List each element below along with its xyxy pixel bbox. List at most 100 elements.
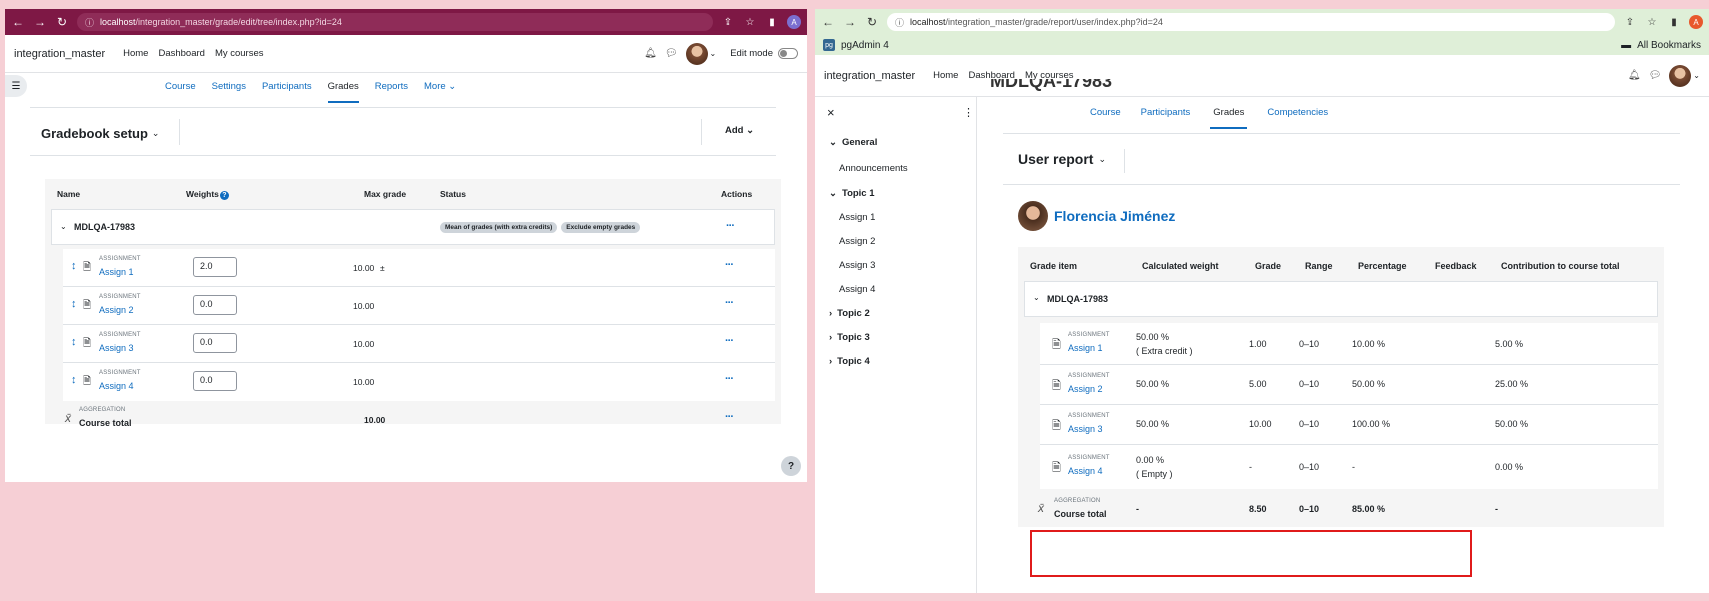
drawer-item-assign2[interactable]: Assign 2 (815, 229, 976, 253)
drawer-item-assign3[interactable]: Assign 3 (815, 253, 976, 277)
tab-grades[interactable]: Grades (1210, 97, 1248, 129)
item-type: ASSIGNMENT (1068, 413, 1110, 419)
bell-icon[interactable]: 🔔︎ (644, 48, 657, 59)
course-total-label: Course total (79, 418, 132, 428)
reload-icon[interactable]: ↻ (865, 15, 879, 29)
info-icon[interactable]: ⓘ (895, 16, 904, 29)
user-name-link[interactable]: Florencia Jiménez (1054, 208, 1175, 224)
forward-icon[interactable]: → (843, 15, 857, 29)
tab-course[interactable]: Course (165, 71, 196, 103)
actions-menu-icon[interactable]: ··· (725, 259, 734, 271)
back-icon[interactable]: ← (821, 15, 835, 29)
chevron-down-icon[interactable]: ⌄ (60, 222, 67, 231)
forward-icon[interactable]: → (33, 15, 47, 29)
bookmark-pgadmin[interactable]: pgAdmin 4 (841, 40, 889, 51)
drawer-section-topic4[interactable]: › Topic 4 (815, 349, 976, 373)
plus-minus-icon: ± (380, 263, 385, 273)
file-icon: 🗎︎ (1052, 380, 1061, 392)
nav-my-courses[interactable]: My courses (215, 48, 264, 59)
chat-icon[interactable]: 💬︎ (1649, 70, 1662, 81)
chevron-down-icon[interactable]: ⌄ (710, 49, 717, 58)
actions-menu-icon[interactable]: ··· (725, 373, 734, 385)
tab-more[interactable]: More ⌄ (424, 71, 456, 103)
item-link[interactable]: Assign 1 (99, 267, 134, 277)
add-menu-button[interactable]: Add ⌄ (725, 125, 754, 136)
move-icon[interactable]: ↕ (71, 298, 77, 310)
item-link[interactable]: Assign 2 (1068, 384, 1103, 394)
tab-participants[interactable]: Participants (262, 71, 312, 103)
chevron-down-icon[interactable]: ⌄ (1693, 71, 1700, 80)
file-icon: 🗎︎ (83, 338, 92, 349)
tab-competencies[interactable]: Competencies (1267, 97, 1328, 129)
star-icon[interactable]: ☆ (1645, 17, 1659, 28)
nav-home[interactable]: Home (123, 48, 148, 59)
site-brand[interactable]: integration_master (824, 70, 915, 82)
back-icon[interactable]: ← (11, 15, 25, 29)
tab-grades[interactable]: Grades (327, 71, 359, 103)
share-icon[interactable]: ⇪ (1623, 17, 1637, 28)
info-icon[interactable]: ⓘ (85, 16, 94, 29)
chevron-down-icon[interactable]: ⌄ (1098, 154, 1106, 165)
page-title[interactable]: User report (1018, 151, 1093, 167)
item-link[interactable]: Assign 4 (1068, 466, 1103, 476)
drawer-item-assign1[interactable]: Assign 1 (815, 205, 976, 229)
edit-mode-toggle[interactable] (778, 48, 798, 59)
drawer-section-topic1[interactable]: ⌄ Topic 1 (815, 181, 976, 205)
all-bookmarks[interactable]: All Bookmarks (1637, 40, 1701, 51)
drawer-section-topic3[interactable]: › Topic 3 (815, 325, 976, 349)
weight-input[interactable]: 0.0 (193, 295, 237, 315)
kebab-menu-icon[interactable]: ⋮ (963, 106, 974, 119)
weight-input[interactable]: 0.0 (193, 333, 237, 353)
drawer-item-announcements[interactable]: Announcements (815, 155, 976, 181)
sidepanel-icon[interactable]: ▮ (765, 17, 779, 28)
drawer-section-general[interactable]: ⌄ General (815, 129, 976, 155)
page-title[interactable]: Gradebook setup (41, 126, 148, 141)
address-bar[interactable]: ⓘ localhost/integration_master/grade/rep… (887, 13, 1615, 31)
nav-dashboard[interactable]: Dashboard (158, 48, 204, 59)
item-type: ASSIGNMENT (99, 294, 141, 300)
address-bar[interactable]: ⓘ localhost/integration_master/grade/edi… (77, 13, 713, 31)
actions-menu-icon[interactable]: ··· (725, 411, 734, 423)
actions-menu-icon[interactable]: ··· (725, 335, 734, 347)
pgadmin-icon: pg (823, 39, 835, 51)
drawer-section-topic2[interactable]: › Topic 2 (815, 301, 976, 325)
actions-menu-icon[interactable]: ··· (725, 297, 734, 309)
site-brand[interactable]: integration_master (14, 48, 105, 60)
move-icon[interactable]: ↕ (71, 336, 77, 348)
nav-home[interactable]: Home (933, 70, 958, 81)
drawer-item-assign4[interactable]: Assign 4 (815, 277, 976, 301)
avatar[interactable] (1018, 201, 1048, 231)
item-link[interactable]: Assign 4 (99, 381, 134, 391)
chevron-down-icon[interactable]: ⌄ (1033, 293, 1040, 302)
tab-settings[interactable]: Settings (212, 71, 246, 103)
weight-input[interactable]: 0.0 (193, 371, 237, 391)
course-index-toggle[interactable]: ☰ (5, 75, 27, 97)
chat-icon[interactable]: 💬︎ (665, 48, 678, 59)
tab-participants[interactable]: Participants (1141, 97, 1191, 129)
help-button[interactable]: ? (781, 456, 801, 476)
avatar[interactable] (1669, 64, 1692, 87)
sidepanel-icon[interactable]: ▮ (1667, 17, 1681, 28)
tab-course[interactable]: Course (1090, 97, 1121, 129)
weight-input[interactable]: 2.0 (193, 257, 237, 277)
tab-reports[interactable]: Reports (375, 71, 408, 103)
help-icon[interactable]: ? (219, 190, 229, 200)
actions-menu-icon[interactable]: ··· (726, 220, 735, 232)
item-link[interactable]: Assign 3 (1068, 424, 1103, 434)
share-icon[interactable]: ⇪ (721, 17, 735, 28)
chevron-down-icon[interactable]: ⌄ (152, 128, 160, 139)
move-icon[interactable]: ↕ (71, 260, 77, 272)
close-icon[interactable]: × (827, 105, 835, 120)
item-link[interactable]: Assign 1 (1068, 343, 1103, 353)
item-link[interactable]: Assign 3 (99, 343, 134, 353)
profile-chip[interactable]: A (787, 15, 801, 29)
move-icon[interactable]: ↕ (71, 374, 77, 386)
star-icon[interactable]: ☆ (743, 17, 757, 28)
item-link[interactable]: Assign 2 (99, 305, 134, 315)
bell-icon[interactable]: 🔔︎ (1628, 70, 1641, 81)
section-label: Topic 2 (837, 307, 870, 319)
moodle-navbar: integration_master Home Dashboard My cou… (815, 55, 1709, 97)
profile-chip[interactable]: A (1689, 15, 1703, 29)
reload-icon[interactable]: ↻ (55, 15, 69, 29)
avatar[interactable] (685, 42, 708, 65)
